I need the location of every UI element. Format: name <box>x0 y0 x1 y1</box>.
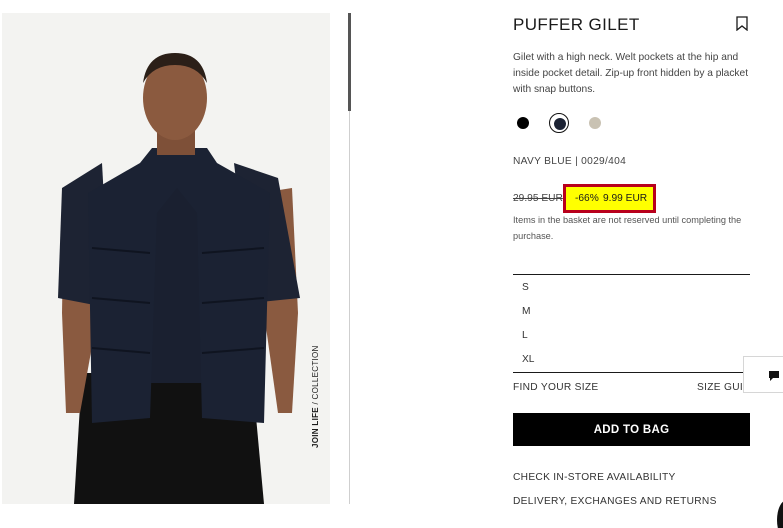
size-option-l[interactable]: L <box>522 330 528 341</box>
color-swatch-beige[interactable] <box>585 113 605 133</box>
store-availability-link[interactable]: CHECK IN-STORE AVAILABILITY <box>513 472 676 483</box>
color-dot <box>589 117 601 129</box>
basket-notice: Items in the basket are not reserved unt… <box>513 215 742 241</box>
size-option-m[interactable]: M <box>522 306 531 317</box>
chat-icon <box>769 371 779 381</box>
color-dot <box>554 118 566 130</box>
color-swatch-navy[interactable] <box>549 113 569 133</box>
sale-price-highlight: -66% 9.99 EUR <box>563 184 656 213</box>
color-swatches <box>513 113 613 133</box>
floating-widget[interactable] <box>777 500 783 528</box>
model-illustration <box>2 13 330 504</box>
product-description: Gilet with a high neck. Welt pockets at … <box>513 52 749 95</box>
image-scroll-thumb[interactable] <box>348 13 351 111</box>
delivery-returns-link[interactable]: DELIVERY, EXCHANGES AND RETURNS <box>513 496 717 507</box>
collection-label: JOIN LIFE / COLLECTION <box>311 345 320 448</box>
find-your-size-link[interactable]: FIND YOUR SIZE <box>513 382 599 393</box>
size-selector: S M L XL <box>513 274 750 373</box>
chat-button[interactable] <box>743 356 783 393</box>
product-image[interactable] <box>2 13 330 504</box>
color-dot <box>517 117 529 129</box>
size-guide-link[interactable]: SIZE GUIDE <box>697 382 744 393</box>
add-to-bag-button[interactable]: ADD TO BAG <box>513 413 750 446</box>
size-option-s[interactable]: S <box>522 282 529 293</box>
original-price: 29.95 EUR <box>513 193 563 204</box>
size-option-xl[interactable]: XL <box>522 354 534 365</box>
color-code: NAVY BLUE | 0029/404 <box>513 156 627 167</box>
discount-percent: -66% <box>575 193 599 204</box>
product-title: PUFFER GILET <box>513 15 640 34</box>
sale-price: 9.99 EUR <box>603 193 648 204</box>
color-swatch-black[interactable] <box>513 113 533 133</box>
bookmark-icon[interactable] <box>736 16 748 31</box>
